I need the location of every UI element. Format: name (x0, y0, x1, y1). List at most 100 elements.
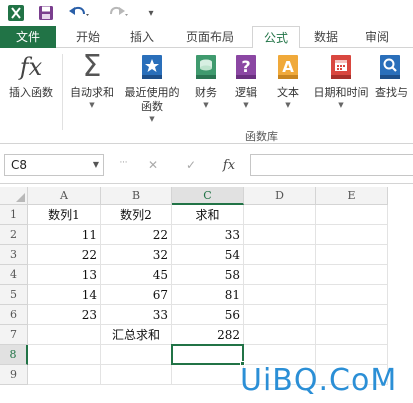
insert-function-bar-button[interactable]: fx (218, 154, 240, 176)
row-header-5[interactable]: 5 (0, 285, 28, 305)
customize-qat-button[interactable]: ▾ (142, 2, 160, 24)
ribbon-tabs: 文件 开始 插入 页面布局 公式 数据 审阅 (0, 26, 413, 49)
excel-app-icon[interactable] (4, 2, 28, 24)
cell-b9[interactable] (101, 365, 172, 385)
cell-b8[interactable] (101, 345, 172, 365)
cell-a9[interactable] (28, 365, 101, 385)
row-header-8[interactable]: 8 (0, 345, 28, 365)
row-header-7[interactable]: 7 (0, 325, 28, 345)
row-header-1[interactable]: 1 (0, 205, 28, 225)
cell-d2[interactable] (244, 225, 316, 245)
save-icon[interactable] (34, 2, 58, 24)
cell-d7[interactable] (244, 325, 316, 345)
cell-c7[interactable]: 282 (172, 325, 244, 345)
undo-icon[interactable] (64, 2, 94, 24)
cell-c6[interactable]: 56 (172, 305, 244, 325)
cell-a5[interactable]: 14 (28, 285, 101, 305)
cell-d3[interactable] (244, 245, 316, 265)
row-header-4[interactable]: 4 (0, 265, 28, 285)
cell-e3[interactable] (316, 245, 388, 265)
redo-icon[interactable] (104, 2, 134, 24)
cell-e8[interactable] (316, 345, 388, 365)
autosum-label: 自动求和 (70, 86, 114, 99)
column-header-e[interactable]: E (316, 187, 388, 205)
cell-c2[interactable]: 33 (172, 225, 244, 245)
coins-book-icon (191, 52, 221, 82)
cell-e6[interactable] (316, 305, 388, 325)
cell-c1[interactable]: 求和 (172, 205, 244, 225)
chevron-down-icon: ▼ (203, 101, 209, 109)
date-time-button[interactable]: 日期和时间 ▼ (310, 52, 372, 110)
select-all-triangle-icon (16, 193, 25, 202)
cell-d1[interactable] (244, 205, 316, 225)
recently-used-button[interactable]: 最近使用的 函数 ▼ (120, 52, 184, 124)
cell-b3[interactable]: 32 (101, 245, 172, 265)
check-icon: ✓ (185, 158, 197, 172)
cell-e1[interactable] (316, 205, 388, 225)
cell-a8[interactable] (28, 345, 101, 365)
cell-b4[interactable]: 45 (101, 265, 172, 285)
cell-e4[interactable] (316, 265, 388, 285)
financial-label: 财务 (195, 86, 217, 99)
insert-function-button[interactable]: fx 插入函数 (4, 52, 58, 100)
tab-page-layout[interactable]: 页面布局 (172, 26, 248, 48)
row-header-3[interactable]: 3 (0, 245, 28, 265)
formula-input[interactable] (250, 154, 413, 176)
enter-formula-button[interactable]: ✓ (180, 154, 202, 176)
text-functions-label: 文本 (277, 86, 299, 99)
column-header-b[interactable]: B (101, 187, 172, 205)
tab-data[interactable]: 数据 (304, 26, 348, 48)
cell-c5[interactable]: 81 (172, 285, 244, 305)
financial-button[interactable]: 财务 ▼ (188, 52, 224, 110)
cell-c8[interactable] (172, 345, 244, 365)
cell-b7[interactable]: 汇总求和 (101, 325, 172, 345)
cell-e2[interactable] (316, 225, 388, 245)
cell-b2[interactable]: 22 (101, 225, 172, 245)
cell-a3[interactable]: 22 (28, 245, 101, 265)
cell-b5[interactable]: 67 (101, 285, 172, 305)
row-header-9[interactable]: 9 (0, 365, 28, 385)
tab-insert[interactable]: 插入 (118, 26, 166, 48)
cell-a6[interactable]: 23 (28, 305, 101, 325)
cell-d4[interactable] (244, 265, 316, 285)
logical-button[interactable]: ? 逻辑 ▼ (228, 52, 264, 110)
text-functions-button[interactable]: A 文本 ▼ (270, 52, 306, 110)
tab-home[interactable]: 开始 (64, 26, 112, 48)
cell-b6[interactable]: 33 (101, 305, 172, 325)
cell-e5[interactable] (316, 285, 388, 305)
cancel-formula-button[interactable]: ✕ (142, 154, 164, 176)
chevron-down-icon: ▼ (89, 101, 95, 109)
ribbon-formulas: fx 插入函数 Σ 自动求和 ▼ 最近使用的 函数 ▼ 财务 ▼ ? 逻辑 ▼ … (0, 48, 413, 144)
column-header-d[interactable]: D (244, 187, 316, 205)
formula-bar-grip-icon[interactable]: ⋮ (119, 158, 128, 165)
cell-c4[interactable]: 58 (172, 265, 244, 285)
cell-a2[interactable]: 11 (28, 225, 101, 245)
row-header-6[interactable]: 6 (0, 305, 28, 325)
date-time-label: 日期和时间 (313, 86, 369, 99)
column-header-a[interactable]: A (28, 187, 101, 205)
chevron-down-icon: ▼ (149, 115, 155, 123)
question-book-icon: ? (231, 52, 261, 82)
cell-a7[interactable] (28, 325, 101, 345)
tab-file[interactable]: 文件 (0, 26, 56, 48)
cell-d5[interactable] (244, 285, 316, 305)
chevron-down-icon: ▼ (285, 101, 291, 109)
cell-b1[interactable]: 数列2 (101, 205, 172, 225)
formula-bar: C8 ▼ ⋮ ✕ ✓ fx (0, 144, 413, 184)
cell-a1[interactable]: 数列1 (28, 205, 101, 225)
tab-formulas[interactable]: 公式 (252, 26, 300, 49)
column-header-c[interactable]: C (172, 187, 244, 205)
cell-c9[interactable] (172, 365, 244, 385)
cell-d6[interactable] (244, 305, 316, 325)
row-header-2[interactable]: 2 (0, 225, 28, 245)
cell-c3[interactable]: 54 (172, 245, 244, 265)
tab-review[interactable]: 审阅 (354, 26, 400, 48)
select-all-button[interactable] (0, 187, 28, 205)
cell-a4[interactable]: 13 (28, 265, 101, 285)
svg-text:A: A (282, 58, 294, 76)
name-box[interactable]: C8 ▼ (4, 154, 104, 176)
cell-e7[interactable] (316, 325, 388, 345)
cell-d8[interactable] (244, 345, 316, 365)
autosum-button[interactable]: Σ 自动求和 ▼ (64, 52, 120, 110)
lookup-reference-button[interactable]: 查找与 (375, 52, 413, 100)
